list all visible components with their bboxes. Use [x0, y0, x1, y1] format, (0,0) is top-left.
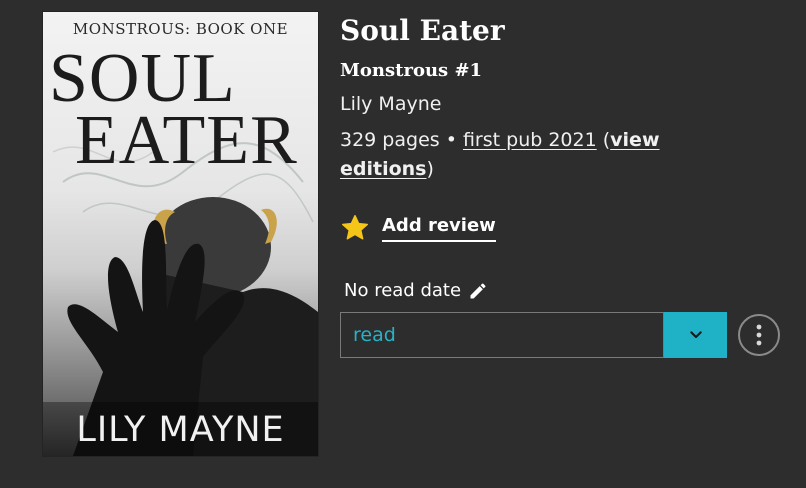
status-dropdown-button[interactable]	[664, 312, 727, 358]
add-review-label: Add review	[382, 215, 496, 242]
add-review-button[interactable]: Add review	[340, 210, 496, 246]
more-options-button[interactable]	[738, 314, 780, 356]
meta-separator: •	[439, 129, 463, 151]
book-meta: 329 pages • first pub 2021 (view edition…	[340, 126, 700, 184]
paren-close: )	[426, 158, 434, 180]
cover-title-line2: EATER	[75, 102, 298, 179]
cover-series-line: MONSTROUS: BOOK ONE	[72, 20, 289, 38]
star-icon	[342, 215, 368, 240]
reading-status-select[interactable]: read	[340, 312, 664, 358]
book-title: Soul Eater	[340, 14, 505, 47]
reading-status-value: read	[353, 324, 396, 346]
book-author: Lily Mayne	[340, 93, 442, 115]
chevron-down-icon	[689, 331, 702, 339]
book-cover[interactable]: MONSTROUS: BOOK ONE SOUL EATER LILY MAYN…	[43, 12, 318, 456]
read-date-edit[interactable]: No read date	[344, 280, 488, 301]
vertical-dots-icon	[756, 324, 762, 346]
cover-author: LILY MAYNE	[76, 410, 285, 450]
paren-open: (	[596, 129, 611, 151]
read-date-label: No read date	[344, 280, 462, 301]
book-detail: MONSTROUS: BOOK ONE SOUL EATER LILY MAYN…	[0, 0, 806, 488]
book-series: Monstrous #1	[340, 60, 483, 81]
page-count: 329 pages	[340, 129, 440, 151]
cover-title-line1: SOUL	[49, 40, 236, 117]
pencil-icon	[470, 282, 486, 298]
first-pub-link[interactable]: first pub 2021	[463, 129, 597, 151]
cover-title: SOUL EATER	[49, 40, 317, 179]
